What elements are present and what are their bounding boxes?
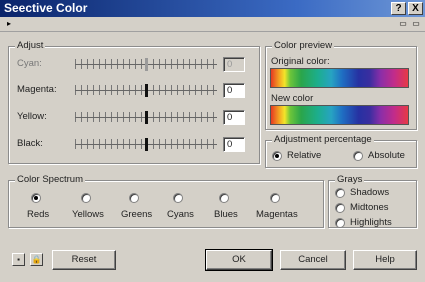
adjust-row-label: Cyan: [17,58,42,69]
adjust-row-label: Yellow: [17,111,47,122]
relative-radio[interactable] [272,151,282,161]
spectrum-option-label: Greens [121,209,153,220]
spectrum-radio[interactable] [219,193,229,203]
preview-mode-icon[interactable]: ▭ [398,19,408,29]
adjust-value-field[interactable]: 0 [223,57,245,72]
grays-option-label: Highlights [350,217,392,228]
ok-button[interactable]: OK [205,249,273,271]
spectrum-option-label: Yellows [72,209,104,220]
cancel-button[interactable]: Cancel [280,250,346,270]
spectrum-option-label: Cyans [167,209,194,220]
slider-thumb[interactable] [145,84,148,97]
help-button[interactable]: Help [353,250,417,270]
spectrum-option-label: Reds [27,209,50,220]
absolute-label: Absolute [368,150,405,161]
slider-thumb[interactable] [145,111,148,124]
new-color-swatch [270,105,409,125]
grays-radio[interactable] [335,203,345,213]
adjust-value-field[interactable]: 0 [223,137,245,152]
absolute-radio[interactable] [353,151,363,161]
grays-label: Grays [335,174,365,185]
tool-strip: ▸ ▭ ▭ [0,17,425,32]
adjust-value-field[interactable]: 0 [223,83,245,98]
grays-radio[interactable] [335,218,345,228]
color-preview-label: Color preview [272,40,335,51]
window-title: Seective Color [4,1,88,15]
spectrum-radio[interactable] [173,193,183,203]
new-color-label: New color [271,93,314,104]
help-title-button[interactable]: ? [391,2,406,15]
close-title-button[interactable]: X [408,2,423,15]
spectrum-radio[interactable] [81,193,91,203]
grays-radio[interactable] [335,188,345,198]
grays-option-label: Shadows [350,187,390,198]
title-bar: Seective Color ? X [0,0,425,17]
color-spectrum-group: Color Spectrum [8,174,324,228]
original-color-swatch [270,68,409,88]
grays-option-label: Midtones [350,202,389,213]
expand-arrow-icon[interactable]: ▸ [4,19,14,29]
reset-button[interactable]: Reset [52,250,116,270]
slider-thumb[interactable] [145,58,148,71]
original-color-label: Original color: [271,56,330,67]
relative-label: Relative [287,150,322,161]
preview-toggle-button[interactable]: ▪ [12,253,25,266]
color-spectrum-label: Color Spectrum [15,174,85,185]
spectrum-option-label: Magentas [256,209,298,220]
adjust-row-label: Magenta: [17,84,57,95]
adjust-value-field[interactable]: 0 [223,110,245,125]
lock-icon[interactable]: 🔒 [30,253,43,266]
spectrum-radio[interactable] [129,193,139,203]
adjustment-percentage-label: Adjustment percentage [272,134,374,145]
split-view-icon[interactable]: ▭ [411,19,421,29]
adjust-group-label: Adjust [15,40,46,51]
adjust-row-label: Black: [17,138,43,149]
spectrum-radio[interactable] [270,193,280,203]
slider-thumb[interactable] [145,138,148,151]
spectrum-radio[interactable] [31,193,41,203]
spectrum-option-label: Blues [214,209,238,220]
